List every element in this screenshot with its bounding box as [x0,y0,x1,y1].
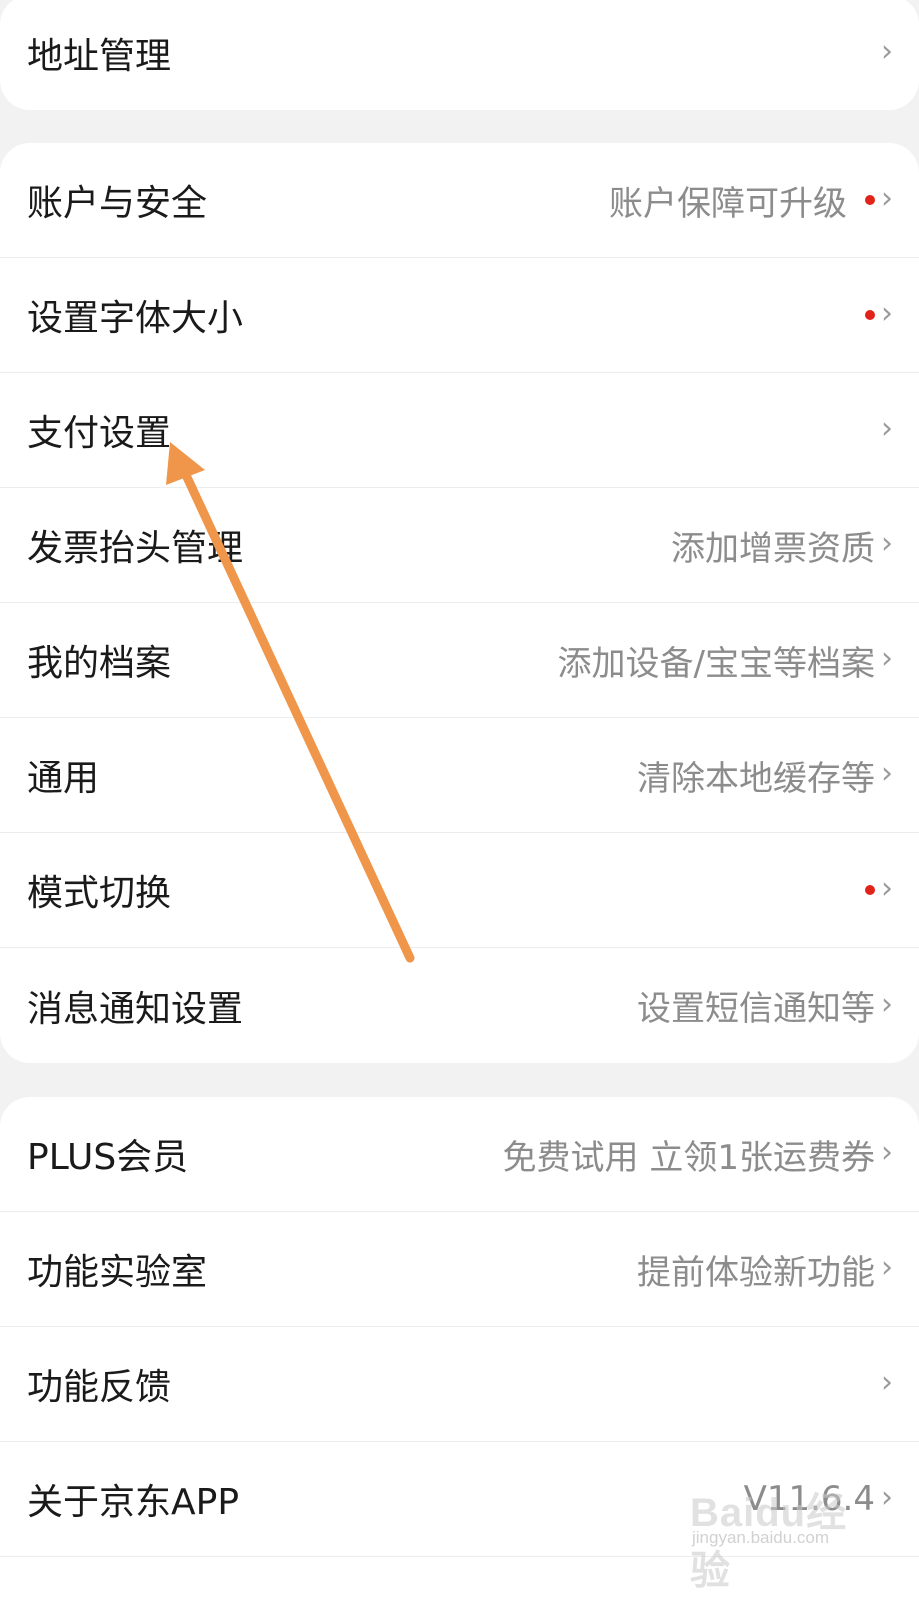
chevron-right-icon: › [881,410,893,446]
settings-row-plus-member[interactable]: PLUS会员 免费试用 立领1张运费券 › [0,1097,919,1212]
red-dot-badge [865,885,875,895]
row-value: 免费试用 立领1张运费券 [502,1137,875,1178]
row-label: 功能反馈 [27,1367,172,1408]
settings-row-about[interactable]: 关于京东APP V11.6.4 › [0,1442,919,1557]
settings-row-feature-lab[interactable]: 功能实验室 提前体验新功能 › [0,1212,919,1327]
settings-row-general[interactable]: 通用 清除本地缓存等 › [0,718,919,833]
chevron-right-icon: › [881,1134,893,1170]
chevron-right-icon: › [881,295,893,331]
chevron-right-icon: › [881,1249,893,1285]
row-label: PLUS会员 [27,1137,189,1178]
settings-row-invoice-title[interactable]: 发票抬头管理 添加增票资质 › [0,488,919,603]
row-label: 消息通知设置 [27,988,244,1030]
row-label: 隐私设置 [27,1589,171,1600]
settings-group-more: PLUS会员 免费试用 立领1张运费券 › 功能实验室 提前体验新功能 › 功能… [0,1097,919,1600]
settings-row-payment[interactable]: 支付设置 › [0,373,919,488]
row-label: 设置字体大小 [27,298,244,339]
chevron-right-icon: › [881,986,893,1022]
row-value: 添加增票资质 [671,528,875,569]
settings-group-main: 账户与安全 账户保障可升级 › 设置字体大小 › 支付设置 › 发票抬头管理 添… [0,143,919,1063]
settings-row-address[interactable]: 地址管理 › [0,0,919,110]
chevron-right-icon: › [881,1595,893,1600]
row-value: 提前体验新功能 [637,1252,875,1293]
chevron-right-icon: › [881,640,893,676]
row-value: 清除本地缓存等 [637,758,875,799]
chevron-right-icon: › [881,180,893,216]
settings-page: 地址管理 › 账户与安全 账户保障可升级 › 设置字体大小 › 支付设置 › 发… [0,0,919,1600]
row-value: 添加设备/宝宝等档案 [557,643,875,684]
chevron-right-icon: › [881,525,893,561]
row-value: 账户保障可升级 [609,183,847,224]
row-value: V11.6.4 [743,1479,875,1519]
settings-row-privacy[interactable]: 隐私设置 › [0,1557,919,1600]
row-label: 我的档案 [27,643,172,684]
chevron-right-icon: › [881,755,893,791]
settings-group-address: 地址管理 › [0,0,919,110]
settings-row-feedback[interactable]: 功能反馈 › [0,1327,919,1442]
chevron-right-icon: › [881,33,893,69]
chevron-right-icon: › [881,1479,893,1515]
settings-row-account-security[interactable]: 账户与安全 账户保障可升级 › [0,143,919,258]
settings-row-mode-switch[interactable]: 模式切换 › [0,833,919,948]
red-dot-badge [865,310,875,320]
chevron-right-icon: › [881,1364,893,1400]
row-label: 发票抬头管理 [27,528,244,569]
red-dot-badge [865,195,875,205]
row-label: 地址管理 [27,35,172,77]
row-label: 功能实验室 [27,1252,208,1293]
row-label: 模式切换 [27,873,172,914]
settings-row-font-size[interactable]: 设置字体大小 › [0,258,919,373]
row-label: 账户与安全 [27,183,208,224]
settings-row-my-profile[interactable]: 我的档案 添加设备/宝宝等档案 › [0,603,919,718]
chevron-right-icon: › [881,870,893,906]
row-value: 设置短信通知等 [637,989,875,1029]
row-label: 通用 [27,758,100,799]
settings-row-notifications[interactable]: 消息通知设置 设置短信通知等 › [0,948,919,1063]
row-label: 支付设置 [27,413,172,454]
row-label: 关于京东APP [27,1482,240,1523]
